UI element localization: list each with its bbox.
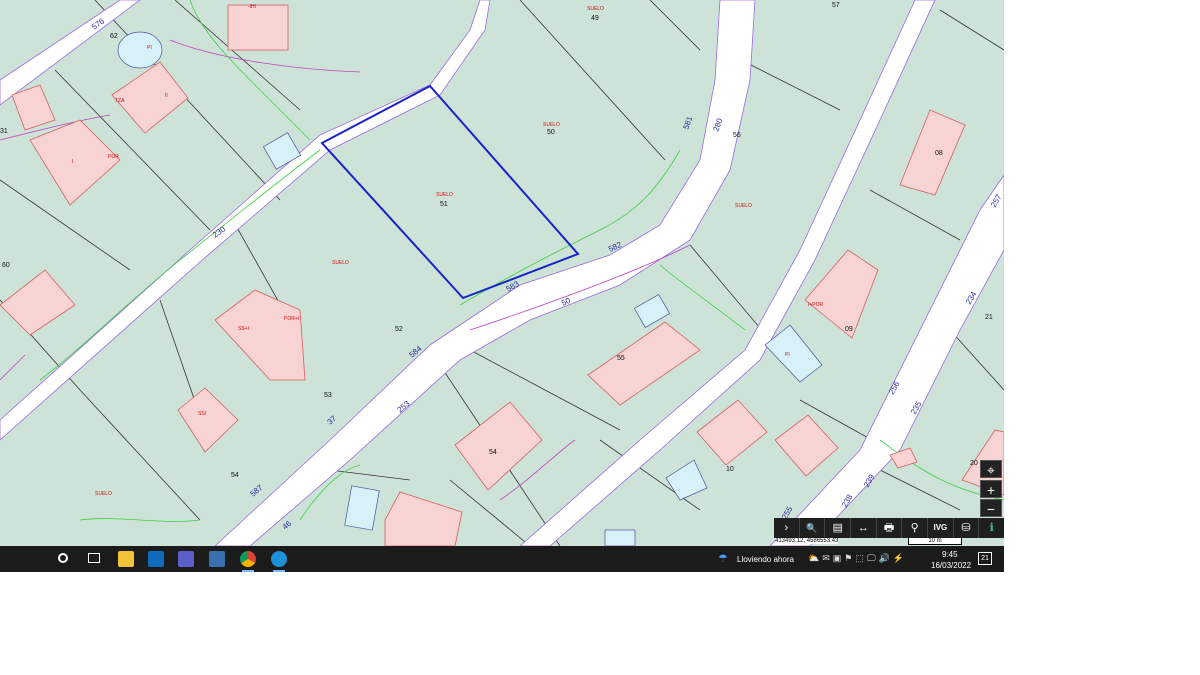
lot-49-label: 49 xyxy=(591,15,599,22)
suelo-label-51: SUELO xyxy=(436,192,453,198)
map-toolbar: › 🔍 ▤ ↔ 🖶 ⚲ IVG ⛁ ℹ xyxy=(774,518,1004,538)
lot-10-label: 10 xyxy=(726,466,734,473)
lot-21-label: 21 xyxy=(985,314,993,321)
info-button[interactable]: ℹ xyxy=(979,518,1004,538)
tza-label: TZA xyxy=(115,98,125,104)
cadastral-map[interactable]: 49 57 62 50 56 51 60 52 53 54 54 55 08 0… xyxy=(0,0,1004,546)
notification-count: 21 xyxy=(981,555,989,562)
system-tray-icons[interactable]: ⛅✉▣⚑⬚🖵🔊⚡ xyxy=(808,553,907,564)
lot-57-label: 57 xyxy=(832,2,840,9)
expand-button[interactable]: › xyxy=(774,518,800,538)
chrome-icon[interactable] xyxy=(240,551,256,567)
scale-bar: 10 m xyxy=(908,538,962,545)
info-icon: ℹ xyxy=(989,522,994,534)
por-i-label: POR+I xyxy=(284,316,299,322)
edge-icon[interactable] xyxy=(271,551,287,567)
umbrella-icon: ☂ xyxy=(718,553,728,565)
coordinates-readout: 413493.12, 4586553.43 xyxy=(775,538,839,544)
weather-text[interactable]: Lloviendo ahora xyxy=(737,555,794,564)
pool-label: PI xyxy=(147,45,152,51)
por-label: POR xyxy=(108,154,119,160)
notification-center-icon[interactable]: 21 xyxy=(978,552,992,565)
crosshair-icon: ⌖ xyxy=(987,462,995,478)
lot-55-label: 55 xyxy=(617,355,625,362)
clock-date[interactable]: 16/03/2022 xyxy=(931,561,971,570)
suelo-label-52: SUELO xyxy=(332,260,349,266)
clock-time[interactable]: 9:45 xyxy=(942,550,958,559)
lot-31-label: 31 xyxy=(0,128,8,135)
floor-label: I xyxy=(72,159,73,165)
ivg-button[interactable]: IVG xyxy=(928,518,954,538)
measure-icon: ↔ xyxy=(857,522,869,534)
lot-54-building-label: 54 xyxy=(489,449,497,456)
ihi-label: -IHI xyxy=(248,4,256,10)
search-icon: 🔍 xyxy=(806,523,818,533)
lot-08-label: 08 xyxy=(935,150,943,157)
lot-20-label: 20 xyxy=(970,460,978,467)
edge-active-indicator xyxy=(273,570,285,572)
share-button[interactable]: ⛁ xyxy=(954,518,980,538)
lot-09-label: 09 xyxy=(845,326,853,333)
share-icon: ⛁ xyxy=(961,522,971,534)
lot-60-label: 60 xyxy=(2,262,10,269)
teams-icon[interactable] xyxy=(178,551,194,567)
i-por-label: I+POR xyxy=(808,302,824,308)
locate-button[interactable]: ⌖ xyxy=(980,460,1002,478)
ssi-label: SSI xyxy=(198,411,206,417)
zoom-in-button[interactable]: + xyxy=(980,480,1002,498)
print-icon: 🖶 xyxy=(883,522,895,534)
search-circle-icon[interactable] xyxy=(58,553,68,563)
search-button[interactable]: 🔍 xyxy=(800,518,826,538)
ss-i-label: SS+I xyxy=(238,326,249,332)
road-label-581: 581 xyxy=(681,115,694,131)
pin-icon: ⚲ xyxy=(910,522,919,534)
lot-52-label: 52 xyxy=(395,326,403,333)
layers-icon: ▤ xyxy=(832,522,843,534)
layers-button[interactable]: ▤ xyxy=(825,518,852,538)
zoom-out-button[interactable]: − xyxy=(980,499,1002,517)
floor-label-2: II xyxy=(165,93,168,99)
road-label-587: 587 xyxy=(249,483,265,499)
ivg-label: IVG xyxy=(933,523,948,532)
remote-desktop-icon[interactable] xyxy=(209,551,225,567)
lot-53-label: 53 xyxy=(324,392,332,399)
print-button[interactable]: 🖶 xyxy=(877,518,903,538)
lot-56-label: 56 xyxy=(733,132,741,139)
suelo-label-54: SUELO xyxy=(95,491,112,497)
road-label-46: 46 xyxy=(281,519,294,532)
suelo-label-49: SUELO xyxy=(587,6,604,12)
map-canvas[interactable]: 49 57 62 50 56 51 60 52 53 54 54 55 08 0… xyxy=(0,0,1004,546)
lot-54-label: 54 xyxy=(231,472,239,479)
task-view-icon[interactable] xyxy=(88,553,100,563)
pool-label-2: PI xyxy=(785,352,790,358)
outlook-icon[interactable] xyxy=(148,551,164,567)
reference-button[interactable]: ⚲ xyxy=(902,518,929,538)
road-label-37: 37 xyxy=(326,414,339,427)
lot-51-label: 51 xyxy=(440,201,448,208)
chevron-right-icon: › xyxy=(784,522,789,534)
suelo-label-56: SUELO xyxy=(735,203,752,209)
measure-button[interactable]: ↔ xyxy=(851,518,877,538)
lot-62-label: 62 xyxy=(110,33,118,40)
file-explorer-icon[interactable] xyxy=(118,551,134,567)
suelo-label-50: SUELO xyxy=(543,122,560,128)
chrome-active-indicator xyxy=(242,570,254,572)
lot-50-label: 50 xyxy=(547,129,555,136)
